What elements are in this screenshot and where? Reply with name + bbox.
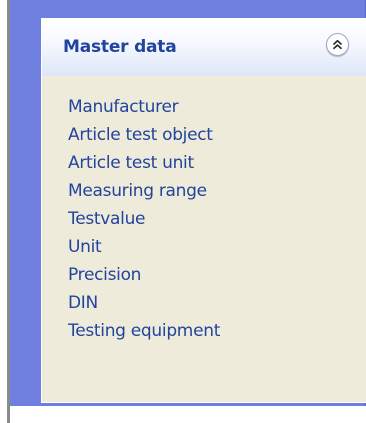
- navigation-pane: Master data Manufacturer Article test ob…: [10, 0, 366, 406]
- group-header[interactable]: Master data: [42, 19, 366, 76]
- master-data-group: Master data Manufacturer Article test ob…: [41, 18, 366, 403]
- list-item: Article test object: [42, 121, 220, 149]
- list-item: Testvalue: [42, 205, 220, 233]
- list-item: Manufacturer: [42, 93, 220, 121]
- group-item-list: Manufacturer Article test object Article…: [42, 93, 220, 345]
- list-item: DIN: [42, 289, 220, 317]
- link-precision[interactable]: Precision: [42, 261, 141, 289]
- list-item: Testing equipment: [42, 317, 220, 345]
- link-testvalue[interactable]: Testvalue: [42, 205, 146, 233]
- double-chevron-up-icon: [333, 39, 342, 50]
- link-testing-equipment[interactable]: Testing equipment: [42, 317, 220, 345]
- list-item: Measuring range: [42, 177, 220, 205]
- link-manufacturer[interactable]: Manufacturer: [42, 93, 179, 121]
- link-unit[interactable]: Unit: [42, 233, 102, 261]
- link-article-test-object[interactable]: Article test object: [42, 121, 213, 149]
- link-measuring-range[interactable]: Measuring range: [42, 177, 207, 205]
- group-title: Master data: [63, 37, 177, 57]
- list-item: Article test unit: [42, 149, 220, 177]
- list-item: Unit: [42, 233, 220, 261]
- link-article-test-unit[interactable]: Article test unit: [42, 149, 194, 177]
- collapse-button[interactable]: [326, 33, 349, 56]
- screen: Master data Manufacturer Article test ob…: [0, 0, 366, 423]
- link-din[interactable]: DIN: [42, 289, 98, 317]
- list-item: Precision: [42, 261, 220, 289]
